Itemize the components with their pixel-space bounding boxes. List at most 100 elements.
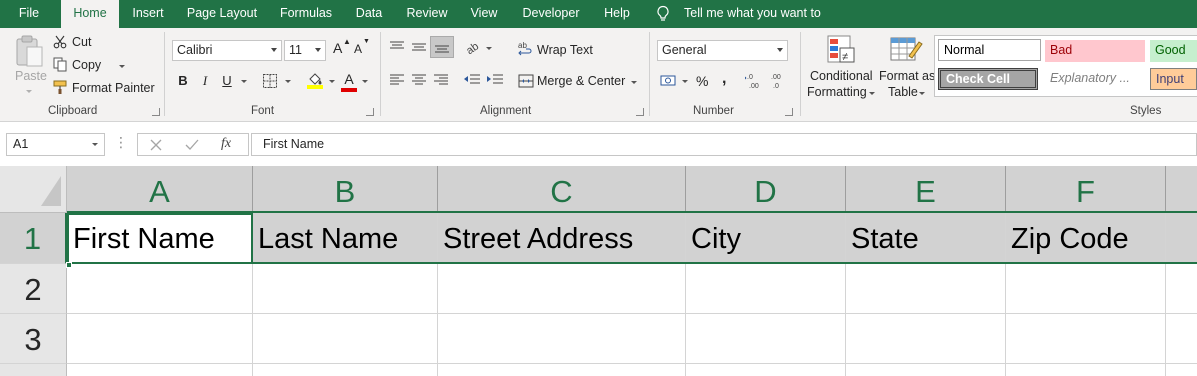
row-header-3[interactable]: 3 [0, 314, 67, 364]
tab-review[interactable]: Review [400, 0, 454, 28]
italic-button[interactable]: I [197, 73, 213, 89]
cell-f4[interactable] [1006, 364, 1166, 376]
cell-c2[interactable] [438, 264, 686, 314]
cancel-icon[interactable] [150, 139, 162, 151]
tab-help[interactable]: Help [598, 0, 636, 28]
align-center-icon[interactable] [411, 73, 427, 87]
align-top-icon[interactable] [389, 40, 405, 54]
cell-g3[interactable] [1166, 314, 1197, 364]
column-header-b[interactable]: B [253, 166, 438, 213]
merge-center-button[interactable]: Merge & Center [537, 74, 625, 88]
cell-d2[interactable] [686, 264, 846, 314]
cell-g1[interactable] [1166, 213, 1197, 264]
percent-style-button[interactable]: % [696, 73, 708, 89]
cell-b1[interactable]: Last Name [253, 213, 438, 264]
cell-c4[interactable] [438, 364, 686, 376]
cell-b2[interactable] [253, 264, 438, 314]
fill-color-dropdown-icon[interactable] [329, 80, 335, 83]
cell-e2[interactable] [846, 264, 1006, 314]
cell-a3[interactable] [67, 314, 253, 364]
cell-d1[interactable]: City [686, 213, 846, 264]
style-bad[interactable]: Bad [1045, 40, 1145, 62]
conditional-formatting-label-1[interactable]: Conditional [810, 69, 873, 83]
font-name-select[interactable]: Calibri [172, 40, 282, 61]
cell-f1[interactable]: Zip Code [1006, 213, 1166, 264]
tab-data[interactable]: Data [349, 0, 389, 28]
formula-bar-splitter-icon[interactable]: ⋮ [114, 134, 128, 151]
align-right-icon[interactable] [433, 73, 449, 87]
cut-button[interactable]: Cut [72, 35, 91, 49]
style-explanatory[interactable]: Explanatory ... [1045, 68, 1145, 90]
tab-developer[interactable]: Developer [516, 0, 586, 28]
number-launcher-icon[interactable] [785, 108, 793, 116]
format-as-table-dropdown-icon[interactable] [919, 92, 925, 95]
format-as-table-label-1[interactable]: Format as [879, 69, 935, 83]
style-check-cell[interactable]: Check Cell [938, 68, 1038, 90]
copy-dropdown-icon[interactable] [119, 65, 125, 68]
cell-a2[interactable] [67, 264, 253, 314]
fill-handle[interactable] [66, 262, 72, 268]
accounting-format-icon[interactable] [660, 72, 680, 88]
font-color-button[interactable]: A [341, 71, 357, 87]
column-header-d[interactable]: D [686, 166, 846, 213]
comma-style-button[interactable]: , [722, 70, 726, 88]
align-left-icon[interactable] [389, 73, 405, 87]
tab-view[interactable]: View [465, 0, 503, 28]
tab-formulas[interactable]: Formulas [273, 0, 339, 28]
format-painter-button[interactable]: Format Painter [72, 81, 155, 95]
clipboard-launcher-icon[interactable] [152, 108, 160, 116]
accounting-dropdown-icon[interactable] [682, 80, 688, 83]
cell-b4[interactable] [253, 364, 438, 376]
tab-insert[interactable]: Insert [126, 0, 170, 28]
copy-button[interactable]: Copy [72, 58, 101, 72]
enter-icon[interactable] [185, 139, 199, 151]
active-cell-a1[interactable]: First Name [67, 213, 253, 264]
format-as-table-label-2[interactable]: Table [888, 85, 918, 99]
font-color-dropdown-icon[interactable] [362, 80, 368, 83]
tell-me-search[interactable]: Tell me what you want to do [684, 0, 834, 47]
orientation-icon[interactable]: ab [464, 38, 484, 56]
cell-b3[interactable] [253, 314, 438, 364]
borders-dropdown-icon[interactable] [285, 80, 291, 83]
tab-file[interactable]: File [8, 0, 50, 28]
cell-f3[interactable] [1006, 314, 1166, 364]
insert-function-button[interactable]: fx [221, 136, 231, 152]
borders-icon[interactable] [262, 73, 278, 89]
shrink-font-button[interactable]: A [354, 42, 362, 56]
conditional-formatting-dropdown-icon[interactable] [869, 92, 875, 95]
formula-input[interactable]: First Name [251, 133, 1197, 156]
column-header-c[interactable]: C [438, 166, 686, 213]
column-header-f[interactable]: F [1006, 166, 1166, 213]
paste-button[interactable]: Paste [15, 69, 47, 83]
merge-center-dropdown-icon[interactable] [631, 81, 637, 84]
row-header-2[interactable]: 2 [0, 264, 67, 314]
wrap-text-button[interactable]: Wrap Text [537, 43, 593, 57]
tab-page-layout[interactable]: Page Layout [182, 0, 262, 28]
style-good[interactable]: Good [1150, 40, 1197, 62]
row-header-1[interactable]: 1 [0, 213, 67, 264]
number-format-select[interactable]: General [657, 40, 788, 61]
font-size-select[interactable]: 11 [284, 40, 326, 61]
font-launcher-icon[interactable] [366, 108, 374, 116]
underline-button[interactable]: U [219, 73, 235, 88]
cell-e3[interactable] [846, 314, 1006, 364]
cell-e1[interactable]: State [846, 213, 1006, 264]
orientation-dropdown-icon[interactable] [486, 47, 492, 50]
cell-d3[interactable] [686, 314, 846, 364]
align-middle-icon[interactable] [411, 40, 427, 54]
name-box[interactable]: A1 [6, 133, 105, 156]
alignment-launcher-icon[interactable] [636, 108, 644, 116]
style-input[interactable]: Input [1150, 68, 1197, 90]
paste-dropdown-icon[interactable] [26, 90, 32, 93]
cell-g2[interactable] [1166, 264, 1197, 314]
cell-c3[interactable] [438, 314, 686, 364]
cell-a4[interactable] [67, 364, 253, 376]
decrease-indent-icon[interactable] [463, 73, 481, 87]
increase-decimal-icon[interactable]: .0 .00 [745, 71, 765, 89]
cell-d4[interactable] [686, 364, 846, 376]
increase-indent-icon[interactable] [486, 73, 504, 87]
name-box-dropdown-icon[interactable] [92, 143, 98, 146]
conditional-formatting-label-2[interactable]: Formatting [807, 85, 867, 99]
column-header-e[interactable]: E [846, 166, 1006, 213]
column-header-a[interactable]: A [67, 166, 253, 213]
